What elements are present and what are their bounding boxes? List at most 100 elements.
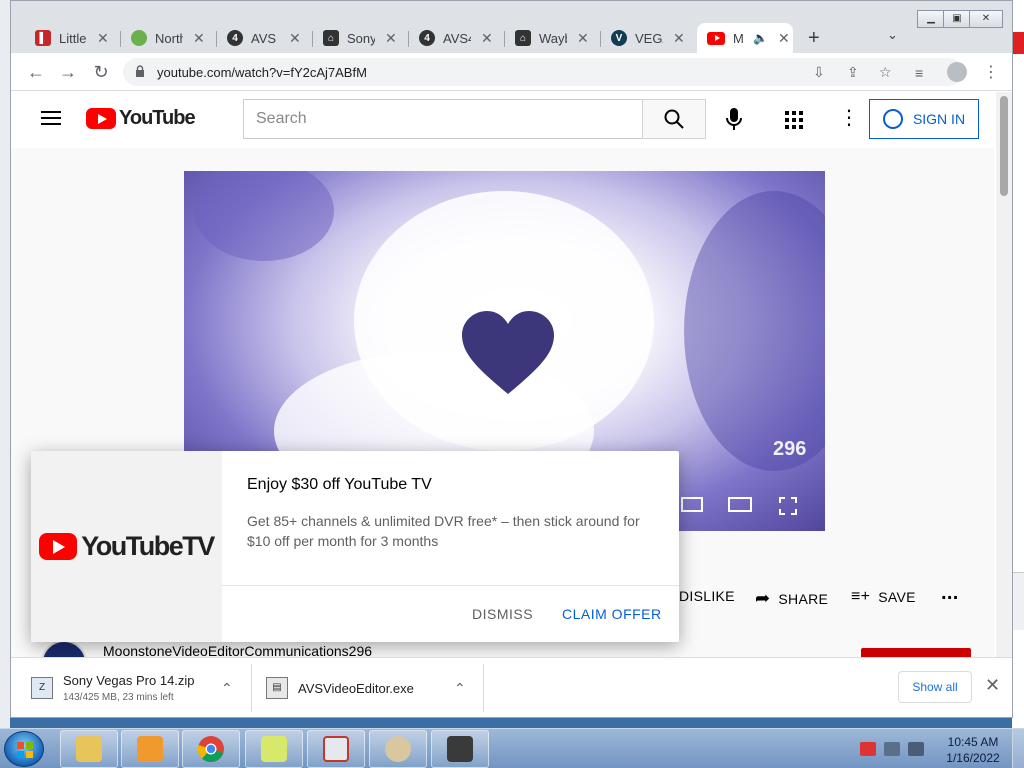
divider [222,585,679,586]
scrollbar-thumb[interactable] [1000,96,1008,196]
taskbar-chrome[interactable] [182,730,240,768]
chevron-up-icon[interactable]: ⌃ [454,680,466,697]
taskbar-snipping-tool[interactable] [307,730,365,768]
show-all-button[interactable]: Show all [898,671,972,703]
menu-hamburger-icon[interactable] [41,111,61,125]
page-scrollbar[interactable] [996,92,1012,657]
zip-file-icon: Z [31,677,53,699]
tab-search-chevron-icon[interactable]: ⌄ [887,27,898,43]
close-tab-icon[interactable]: ✕ [97,30,109,47]
save-button[interactable]: ≡+ SAVE [851,588,916,606]
youtube-icon [707,31,725,45]
chevron-up-icon[interactable]: ⌃ [221,680,233,697]
tab-north[interactable]: North ✕ [121,23,217,53]
show-desktop-button[interactable] [1012,729,1024,768]
channel-avatar[interactable] [41,640,87,657]
tab-strip: ▌ Little ✕ North ✕ 4 AVS V ✕ ⌂ Sony ✕ 4 … [11,1,1012,53]
taskbar-explorer[interactable] [60,730,118,768]
chrome-icon [197,736,224,763]
forward-arrow-icon[interactable]: → [57,61,79,83]
volume-icon[interactable] [908,742,924,756]
close-tab-icon[interactable]: ✕ [193,30,205,47]
network-icon[interactable] [884,742,900,756]
channel-name[interactable]: MoonstoneVideoEditorCommunications296 [103,643,372,657]
sticky-notes-icon [261,736,287,762]
close-tab-icon[interactable]: ✕ [778,30,790,47]
download-item[interactable]: ▤ AVSVideoEditor.exe ⌃ [266,658,484,717]
speaker-audio-icon[interactable]: 🔈 [753,31,768,45]
more-actions-button[interactable]: ... [941,582,959,605]
new-tab-button[interactable]: + [808,27,820,50]
tab-sony[interactable]: ⌂ Sony ✕ [313,23,409,53]
back-arrow-icon[interactable]: ← [25,61,47,83]
claim-offer-button[interactable]: CLAIM OFFER [562,606,662,622]
windows-taskbar: 10:45 AM 1/16/2022 [0,728,1024,768]
system-clock[interactable]: 10:45 AM 1/16/2022 [940,734,1006,766]
url-text[interactable]: youtube.com/watch?v=fY2cAj7ABfM [157,65,367,80]
bookmark-star-icon[interactable]: ☆ [879,64,892,81]
search-input[interactable] [244,100,642,138]
tab-avs-v[interactable]: 4 AVS V ✕ [217,23,313,53]
close-icon[interactable]: ✕ [985,675,1000,696]
search-box [243,99,643,139]
close-tab-icon[interactable]: ✕ [385,30,397,47]
paint-palette-icon [385,736,411,762]
share-arrow-icon: ➦ [755,588,771,608]
maximize-button[interactable]: ▣ [943,10,971,28]
reload-icon[interactable]: ↻ [90,61,112,83]
theater-mode-icon[interactable] [728,497,752,512]
minimize-button[interactable]: ▁ [917,10,945,28]
background-panel [1012,572,1024,630]
miniplayer-icon[interactable] [681,497,703,512]
reading-list-icon[interactable]: ≡ [915,65,923,81]
microphone-icon[interactable] [720,105,748,133]
search-icon [664,109,684,129]
download-item[interactable]: Z Sony Vegas Pro 14.zip 143/425 MB, 23 m… [31,658,252,717]
tab-youtube-active[interactable]: M 🔈 ✕ [697,23,793,53]
fullscreen-icon[interactable] [779,497,797,515]
playlist-add-icon: ≡+ [851,588,871,605]
close-tab-icon[interactable]: ✕ [673,30,685,47]
media-player-icon [137,736,163,762]
dismiss-button[interactable]: DISMISS [472,606,533,622]
start-button[interactable] [4,731,44,767]
background-window-right [1012,0,1024,728]
tab-avs4y[interactable]: 4 AVS4Y ✕ [409,23,505,53]
tab-vegas[interactable]: V VEGA ✕ [601,23,697,53]
share-page-icon[interactable]: ⇪ [847,64,859,81]
share-button[interactable]: ➦ SHARE [755,588,828,609]
taskbar-paint[interactable] [369,730,427,768]
heart-shape [462,311,554,394]
dislike-button[interactable]: DISLIKE [679,588,735,604]
tab-little[interactable]: ▌ Little ✕ [25,23,121,53]
install-app-icon[interactable]: ⇩ [813,64,825,81]
download-bar: Z Sony Vegas Pro 14.zip 143/425 MB, 23 m… [11,657,1012,717]
system-tray [860,729,932,768]
close-tab-icon[interactable]: ✕ [289,30,301,47]
tab-wayback[interactable]: ⌂ Wayb ✕ [505,23,601,53]
taskbar-media-player[interactable] [121,730,179,768]
window-close-button[interactable]: ✕ [969,10,1003,28]
profile-avatar-icon[interactable] [947,62,967,82]
close-tab-icon[interactable]: ✕ [577,30,589,47]
film-strip-icon [447,736,473,762]
chrome-menu-icon[interactable]: ⋮ [983,62,999,82]
search-button[interactable] [642,99,706,139]
sign-in-button[interactable]: SIGN IN [869,99,979,139]
subscribe-button[interactable] [861,648,971,657]
folder-icon [76,736,102,762]
apps-grid-icon[interactable] [785,111,803,129]
youtube-tv-logo: YouTubeTV [39,531,215,562]
youtube-play-icon [39,533,78,560]
address-bar[interactable]: youtube.com/watch?v=fY2cAj7ABfM ⇩ ⇪ ☆ [123,58,963,86]
background-window-left [0,0,10,728]
green-leaf-icon [131,30,147,46]
taskbar-movie-maker[interactable] [431,730,489,768]
action-center-flag-icon[interactable] [860,742,876,756]
promo-brand-panel: YouTubeTV [31,451,222,642]
close-tab-icon[interactable]: ✕ [481,30,493,47]
settings-more-icon[interactable]: ⋮ [839,108,859,128]
taskbar-sticky-notes[interactable] [245,730,303,768]
avs4you-icon: 4 [419,30,435,46]
youtube-logo[interactable]: YouTube [86,107,196,130]
